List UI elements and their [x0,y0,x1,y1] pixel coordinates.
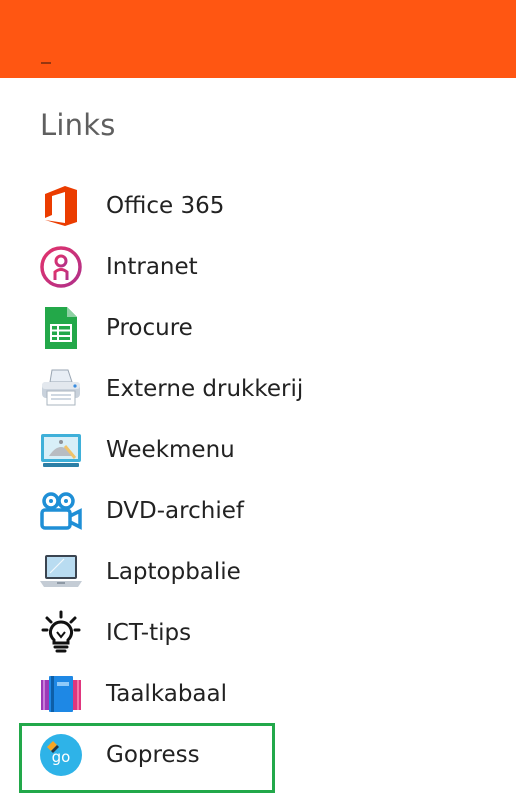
link-label: Gopress [106,741,200,768]
link-ict-tips[interactable]: ICT-tips [0,602,516,663]
lightbulb-icon [38,610,84,656]
link-taalkabaal[interactable]: Taalkabaal [0,663,516,724]
spreadsheet-icon [38,305,84,351]
printer-icon [38,366,84,412]
office-365-icon [38,183,84,229]
minimize-icon[interactable] [41,62,51,64]
link-externe-drukkerij[interactable]: Externe drukkerij [0,358,516,419]
link-label: Weekmenu [106,436,235,463]
video-camera-icon [38,488,84,534]
link-label: DVD-archief [106,497,244,524]
header-bar [0,0,516,78]
svg-text:go: go [52,748,71,766]
link-procure[interactable]: Procure [0,297,516,358]
link-label: Procure [106,314,193,341]
link-weekmenu[interactable]: Weekmenu [0,419,516,480]
link-label: Laptopbalie [106,558,241,585]
link-label: ICT-tips [106,619,192,646]
laptop-icon [38,549,84,595]
link-label: Office 365 [106,192,225,219]
intranet-icon [38,244,84,290]
link-label: Taalkabaal [106,680,228,707]
gopress-icon: go [38,732,84,778]
section-title: Links [40,108,116,142]
food-menu-icon [38,427,84,473]
link-label: Externe drukkerij [106,375,304,402]
link-office-365[interactable]: Office 365 [0,175,516,236]
link-laptopbalie[interactable]: Laptopbalie [0,541,516,602]
link-intranet[interactable]: Intranet [0,236,516,297]
link-dvd-archief[interactable]: DVD-archief [0,480,516,541]
link-gopress[interactable]: go Gopress [0,723,516,793]
books-icon [38,671,84,717]
link-label: Intranet [106,253,198,280]
